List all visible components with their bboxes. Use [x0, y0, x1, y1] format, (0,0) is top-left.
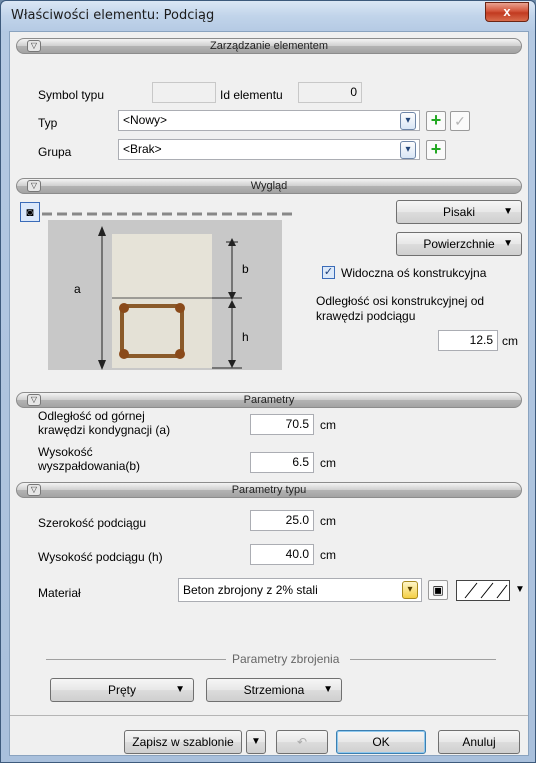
properties-dialog: Właściwości elementu: Podciąg x ▽ Zarząd…	[0, 0, 536, 763]
hatch-dropdown-icon[interactable]: ▼	[515, 584, 525, 595]
save-template-dropdown[interactable]: ▼	[246, 730, 266, 754]
depth-input[interactable]: 40.0	[250, 544, 314, 565]
surfaces-button[interactable]: Powierzchnie ▼	[396, 232, 522, 256]
diagram-label-a: a	[74, 282, 81, 296]
element-id-field: 0	[298, 82, 362, 103]
surfaces-button-label: Powierzchnie	[423, 237, 495, 251]
diagram-label-b: b	[242, 262, 249, 276]
symbol-type-field	[152, 82, 216, 103]
add-type-icon[interactable]: +	[426, 111, 446, 131]
section-parameters-header[interactable]: ▽ Parametry	[16, 392, 522, 408]
confirm-type-icon[interactable]: ✓	[450, 111, 470, 131]
window-title: Właściwości elementu: Podciąg	[11, 8, 215, 23]
stirrups-button-label: Strzemiona	[243, 683, 305, 697]
axis-offset-input[interactable]: 12.5	[438, 330, 498, 351]
bars-button-label: Pręty	[107, 683, 136, 697]
group-label: Grupa	[38, 145, 72, 159]
group-dropdown-icon[interactable]: ▾	[400, 141, 416, 159]
height-input[interactable]: 6.5	[250, 452, 314, 473]
cancel-button[interactable]: Anuluj	[438, 730, 520, 754]
collapse-icon[interactable]: ▽	[27, 40, 41, 52]
diagram-label-h: h	[242, 330, 249, 344]
type-dropdown-icon[interactable]: ▾	[400, 112, 416, 130]
axis-offset-label-line1: Odległość osi konstrukcyjnej od	[316, 294, 485, 308]
height-unit: cm	[320, 456, 336, 470]
bars-button[interactable]: Pręty ▼	[50, 678, 194, 702]
save-template-button[interactable]: Zapisz w szablonie	[124, 730, 242, 754]
depth-label: Wysokość podciągu (h)	[38, 550, 163, 564]
section-title: Parametry typu	[231, 484, 307, 496]
offset-label-line1: Odległość od górnej	[38, 409, 145, 423]
width-label: Szerokość podciągu	[38, 516, 147, 530]
width-unit: cm	[320, 514, 336, 528]
depth-unit: cm	[320, 548, 336, 562]
dialog-body: ▽ Zarządzanie elementem Symbol typu Id e…	[9, 31, 529, 756]
chevron-down-icon: ▼	[323, 684, 333, 695]
height-label-line1: Wysokość	[38, 445, 93, 459]
chevron-down-icon: ▼	[503, 206, 513, 217]
ok-button[interactable]: OK	[336, 730, 426, 754]
offset-label-line2: krawędzi kondygnacji (a)	[38, 423, 171, 437]
material-label: Materiał	[38, 586, 81, 600]
add-group-icon[interactable]: +	[426, 140, 446, 160]
element-id-label: Id elementu	[220, 88, 283, 102]
type-field[interactable]: <Nowy>	[118, 110, 420, 131]
material-properties-icon[interactable]: ▣	[428, 580, 448, 600]
undo-icon: ↶	[296, 735, 308, 749]
camera-icon[interactable]: ◙	[20, 202, 40, 222]
title-bar[interactable]: Właściwości elementu: Podciąg x	[1, 1, 535, 31]
symbol-type-label: Symbol typu	[38, 88, 105, 102]
separator	[46, 659, 226, 660]
close-button[interactable]: x	[485, 2, 529, 22]
group-field[interactable]: <Brak>	[118, 139, 420, 160]
width-input[interactable]: 25.0	[250, 510, 314, 531]
height-label-line2: wyszpałdowania(b)	[38, 459, 141, 473]
undo-button[interactable]: ↶	[276, 730, 328, 754]
section-title: Parametry	[243, 394, 295, 406]
pens-button-label: Pisaki	[442, 205, 475, 219]
chevron-down-icon: ▼	[251, 736, 261, 747]
type-label: Typ	[38, 116, 58, 130]
chevron-down-icon: ▼	[503, 238, 513, 249]
axis-checkbox[interactable]: ✓	[322, 266, 335, 279]
section-title: Wygląd	[250, 180, 288, 192]
axis-offset-unit: cm	[502, 334, 518, 348]
section-title: Zarządzanie elementem	[209, 40, 328, 52]
reinforcement-section-title: Parametry zbrojenia	[232, 652, 340, 666]
hatch-pattern-icon[interactable]	[456, 580, 510, 601]
section-management-header[interactable]: ▽ Zarządzanie elementem	[16, 38, 522, 54]
section-appearance-header[interactable]: ▽ Wygląd	[16, 178, 522, 194]
collapse-icon[interactable]: ▽	[27, 394, 41, 406]
pens-button[interactable]: Pisaki ▼	[396, 200, 522, 224]
offset-input[interactable]: 70.5	[250, 414, 314, 435]
axis-offset-label-line2: krawędzi podciągu	[316, 309, 416, 323]
section-type-parameters-header[interactable]: ▽ Parametry typu	[16, 482, 522, 498]
separator	[350, 659, 496, 660]
collapse-icon[interactable]: ▽	[27, 180, 41, 192]
chevron-down-icon: ▼	[175, 684, 185, 695]
material-dropdown-icon[interactable]: ▾	[402, 581, 418, 599]
stirrups-button[interactable]: Strzemiona ▼	[206, 678, 342, 702]
axis-checkbox-label: Widoczna oś konstrukcyjna	[341, 266, 487, 280]
separator	[10, 715, 528, 716]
collapse-icon[interactable]: ▽	[27, 484, 41, 496]
material-field[interactable]: Beton zbrojony z 2% stali	[178, 578, 422, 602]
offset-unit: cm	[320, 418, 336, 432]
